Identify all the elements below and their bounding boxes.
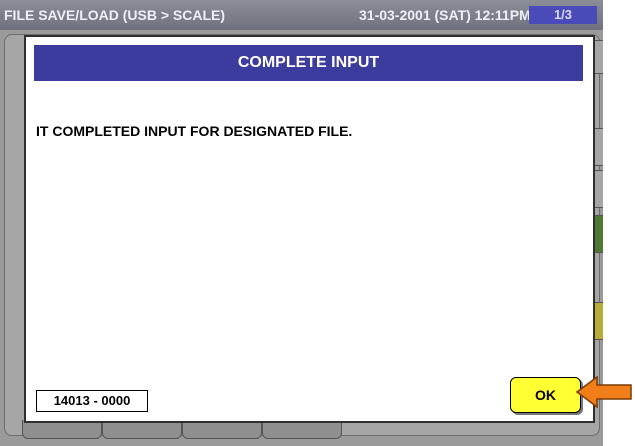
arrow-left-icon [575, 375, 632, 409]
dialog-message: IT COMPLETED INPUT FOR DESIGNATED FILE. [36, 123, 353, 139]
status-code: 14013 - 0000 [36, 390, 148, 412]
screen-title: FILE SAVE/LOAD (USB > SCALE) [4, 7, 226, 23]
title-bar: FILE SAVE/LOAD (USB > SCALE) 31-03-2001 … [0, 0, 603, 30]
dialog-title: COMPLETE INPUT [34, 45, 583, 81]
date-time: 31-03-2001 (SAT) 12:11PM [359, 7, 531, 23]
arrow-left-shape [575, 375, 632, 409]
ok-button[interactable]: OK [510, 377, 581, 413]
scale-screen: FILE SAVE/LOAD (USB > SCALE) 31-03-2001 … [0, 0, 603, 446]
page-indicator: 1/3 [529, 6, 597, 24]
complete-input-dialog: COMPLETE INPUT IT COMPLETED INPUT FOR DE… [24, 35, 595, 423]
